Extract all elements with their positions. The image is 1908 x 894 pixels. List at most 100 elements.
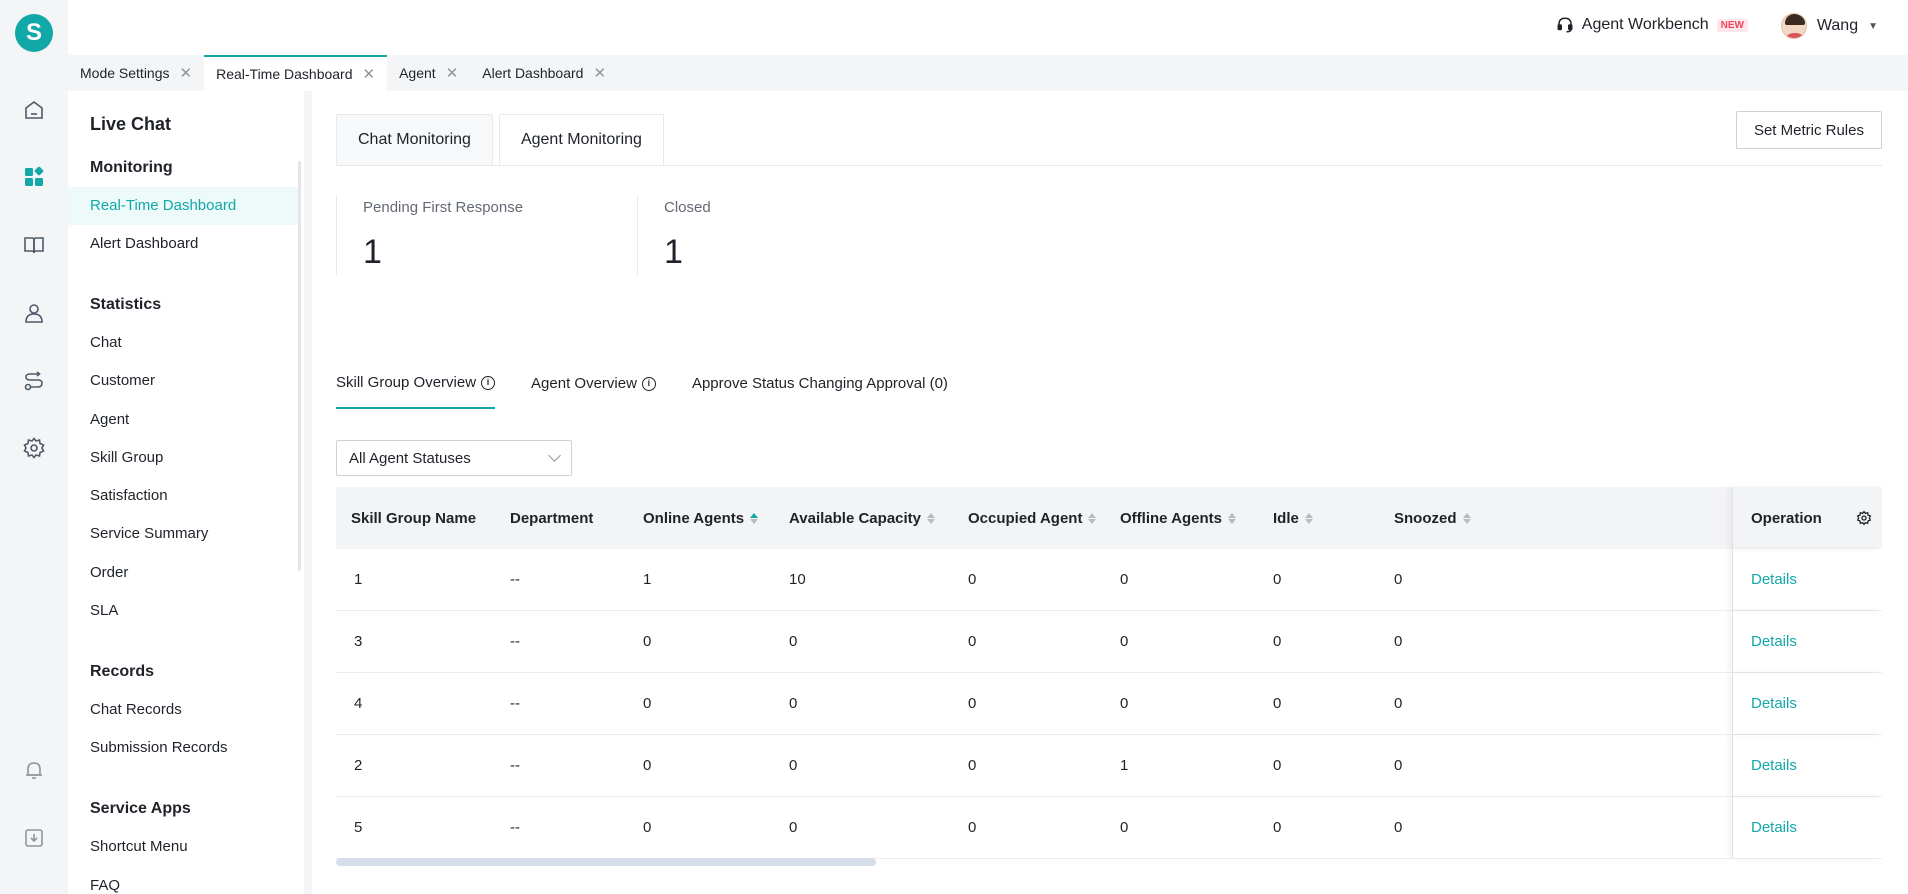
tab-agent[interactable]: Agent ✕: [387, 55, 470, 91]
details-link[interactable]: Details: [1751, 611, 1797, 672]
cell-snoozed: 0: [1394, 757, 1403, 774]
info-icon[interactable]: i: [481, 375, 496, 390]
tab-approve-status-changing-approval[interactable]: Approve Status Changing Approval (0): [692, 374, 948, 409]
tab-agent-monitoring[interactable]: Agent Monitoring: [498, 114, 664, 166]
nav-group-monitoring: Monitoring: [90, 159, 173, 176]
close-icon[interactable]: ✕: [363, 65, 376, 83]
tab-mode-settings[interactable]: Mode Settings ✕: [68, 55, 204, 91]
sidebar-item-chat-records[interactable]: Chat Records: [90, 701, 182, 718]
column-header-operation: Operation: [1751, 487, 1822, 549]
sort-icon[interactable]: [1304, 512, 1313, 524]
side-nav: Live Chat Monitoring Real-Time Dashboard…: [68, 91, 304, 894]
details-link[interactable]: Details: [1751, 673, 1797, 734]
knowledge-book-icon[interactable]: [20, 231, 48, 259]
cell-skill-group-name: 4: [354, 695, 363, 712]
tab-chat-monitoring[interactable]: Chat Monitoring: [336, 114, 493, 166]
cell-available-capacity: 0: [789, 695, 798, 712]
sidebar-item-alert-dashboard[interactable]: Alert Dashboard: [90, 235, 198, 252]
tab-real-time-dashboard[interactable]: Real-Time Dashboard ✕: [204, 55, 388, 91]
sidebar-item-chat[interactable]: Chat: [90, 334, 122, 351]
info-icon[interactable]: i: [641, 376, 656, 391]
sidebar-item-agent[interactable]: Agent: [90, 411, 129, 428]
tab-alert-dashboard[interactable]: Alert Dashboard ✕: [470, 55, 618, 91]
close-icon[interactable]: ✕: [446, 64, 459, 82]
stat-value: 1: [363, 233, 382, 271]
operation-cell: Details: [1732, 549, 1882, 610]
details-link[interactable]: Details: [1751, 735, 1797, 796]
stat-value: 1: [664, 233, 683, 271]
details-link[interactable]: Details: [1751, 797, 1797, 858]
sort-icon[interactable]: [1088, 512, 1097, 524]
cell-department: --: [510, 633, 520, 650]
header-label: Operation: [1751, 509, 1822, 527]
page-tabs: Mode Settings ✕ Real-Time Dashboard ✕ Agen…: [68, 55, 1908, 91]
agent-workbench-label: Agent Workbench: [1581, 16, 1709, 33]
sort-icon[interactable]: [1462, 512, 1471, 524]
cell-department: --: [510, 571, 520, 588]
content-area: Live Chat Monitoring Real-Time Dashboard…: [68, 91, 1908, 894]
table-row: 2 -- 0 0 0 1 0 0 Details: [336, 735, 1882, 797]
operation-cell: Details: [1732, 611, 1882, 672]
sidebar-item-real-time-dashboard[interactable]: Real-Time Dashboard: [90, 197, 236, 214]
cell-available-capacity: 10: [789, 571, 806, 588]
tab-label: Mode Settings: [80, 65, 170, 81]
column-header-snoozed[interactable]: Snoozed: [1394, 510, 1471, 527]
column-header-occupied-agent[interactable]: Occupied Agent: [968, 510, 1097, 527]
cell-department: --: [510, 695, 520, 712]
section-title: Live Chat: [90, 114, 172, 134]
column-header-offline-agents[interactable]: Offline Agents: [1120, 510, 1236, 527]
cell-skill-group-name: 1: [354, 571, 363, 588]
sidebar-item-shortcut-menu[interactable]: Shortcut Menu: [90, 838, 188, 855]
sidebar-item-service-summary[interactable]: Service Summary: [90, 525, 208, 542]
agent-status-select[interactable]: All Agent Statuses: [336, 440, 572, 476]
column-settings-gear-icon[interactable]: [1856, 510, 1872, 526]
details-link[interactable]: Details: [1751, 549, 1797, 610]
sidebar-item-submission-records[interactable]: Submission Records: [90, 739, 228, 756]
app-logo[interactable]: S: [15, 14, 53, 52]
column-header-available-capacity[interactable]: Available Capacity: [789, 509, 936, 527]
set-metric-rules-button[interactable]: Set Metric Rules: [1735, 111, 1882, 149]
sidebar-scrollbar[interactable]: [298, 161, 301, 571]
header-label: Idle: [1273, 509, 1299, 527]
header-label: Available Capacity: [789, 509, 922, 527]
sidebar-item-order[interactable]: Order: [90, 564, 128, 581]
top-header: Agent Workbench NEW Wang ▼: [68, 0, 1908, 55]
tab-agent-overview[interactable]: Agent Overview i: [531, 374, 656, 409]
column-header-idle[interactable]: Idle: [1273, 510, 1313, 527]
overview-subtabs: Skill Group Overview i Agent Overview i …: [336, 374, 948, 409]
table-horizontal-scrollbar[interactable]: [336, 858, 876, 866]
header-label: Department: [510, 509, 594, 527]
cell-occupied-agent: 0: [968, 757, 977, 774]
cell-online-agents: 0: [643, 633, 652, 650]
user-menu[interactable]: Wang ▼: [1780, 13, 1878, 39]
sort-icon[interactable]: [927, 512, 936, 524]
column-header-online-agents[interactable]: Online Agents: [643, 510, 759, 527]
cell-idle: 0: [1273, 695, 1282, 712]
cell-online-agents: 1: [643, 571, 652, 588]
app-rail: S: [0, 0, 68, 894]
close-icon[interactable]: ✕: [180, 64, 193, 82]
home-icon[interactable]: [20, 96, 48, 124]
agent-workbench-link[interactable]: Agent Workbench NEW: [1556, 16, 1748, 34]
cell-occupied-agent: 0: [968, 633, 977, 650]
operation-column-header: Operation: [1732, 487, 1882, 549]
sidebar-item-skill-group[interactable]: Skill Group: [90, 449, 163, 466]
agent-person-icon[interactable]: [20, 299, 48, 327]
sidebar-item-sla[interactable]: SLA: [90, 602, 118, 619]
notification-bell-icon[interactable]: [20, 756, 48, 784]
sidebar-item-faq[interactable]: FAQ: [90, 877, 120, 894]
sort-icon[interactable]: [750, 512, 759, 524]
download-icon[interactable]: [20, 824, 48, 852]
sort-icon[interactable]: [1227, 512, 1236, 524]
header-label: Skill Group Name: [351, 509, 477, 527]
cell-offline-agents: 0: [1120, 819, 1129, 836]
close-icon[interactable]: ✕: [593, 64, 606, 82]
stat-card-closed: Closed 1: [637, 195, 937, 275]
sidebar-item-satisfaction[interactable]: Satisfaction: [90, 487, 168, 504]
dashboard-icon[interactable]: [20, 163, 48, 191]
sidebar-item-customer[interactable]: Customer: [90, 372, 155, 389]
settings-gear-icon[interactable]: [20, 434, 48, 462]
operation-cell: Details: [1732, 673, 1882, 734]
tab-skill-group-overview[interactable]: Skill Group Overview i: [336, 374, 496, 409]
routing-icon[interactable]: [20, 367, 48, 395]
